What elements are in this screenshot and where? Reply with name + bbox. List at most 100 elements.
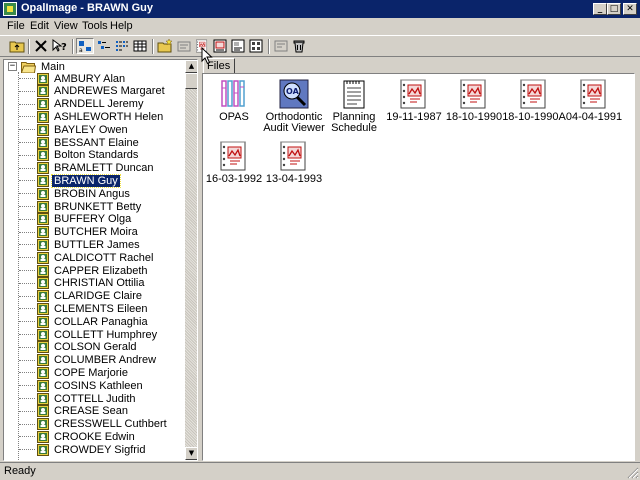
- file-item[interactable]: 19-11-1987: [382, 78, 446, 123]
- tree-item-patient[interactable]: CLARIDGE Claire: [37, 290, 144, 303]
- patient-record-icon: [37, 175, 49, 187]
- menu-tools[interactable]: Tools: [82, 20, 108, 32]
- close-button[interactable]: ✕: [623, 3, 637, 15]
- tree-connector: [19, 295, 35, 297]
- new-folder-button[interactable]: [156, 38, 174, 54]
- tree-item-patient[interactable]: BRAWN Guy: [37, 173, 121, 188]
- file-item[interactable]: 16-03-1992: [202, 140, 266, 185]
- tree-item-patient[interactable]: CREASE Sean: [37, 405, 130, 418]
- tree-connector: [19, 410, 35, 412]
- large-icons-view-button[interactable]: a: [76, 38, 94, 54]
- svg-text:OA: OA: [286, 87, 300, 96]
- tree-item-label: CROOKE Edwin: [54, 430, 135, 443]
- image-edit-button[interactable]: [211, 38, 229, 54]
- tree-item-patient[interactable]: COPE Marjorie: [37, 366, 130, 379]
- tree-connector: [19, 244, 35, 246]
- image-copy-button[interactable]: [229, 38, 247, 54]
- tree-item-patient[interactable]: ARNDELL Jeremy: [37, 98, 145, 111]
- file-item[interactable]: Planning Schedule: [322, 78, 386, 134]
- file-icon-box: [502, 78, 566, 110]
- tree-item-patient[interactable]: CALDICOTT Rachel: [37, 251, 155, 264]
- tree-item-label: COLLAR Panaghia: [54, 315, 148, 328]
- resize-grip-icon[interactable]: [627, 467, 639, 479]
- tree-item-patient[interactable]: Bolton Standards: [37, 149, 140, 162]
- tree-connector: [19, 218, 35, 220]
- tree-item-patient[interactable]: ASHLEWORTH Helen: [37, 110, 165, 123]
- tree-vertical-scrollbar[interactable]: ▲ ▼: [185, 60, 197, 460]
- menu-edit[interactable]: Edit: [30, 20, 49, 32]
- minimize-button[interactable]: _: [593, 3, 607, 15]
- patient-record-icon: [37, 188, 49, 200]
- file-label: 16-03-1992: [205, 173, 263, 185]
- tree-item-patient[interactable]: AMBURY Alan: [37, 72, 127, 85]
- small-icons-view-button[interactable]: [95, 38, 113, 54]
- file-item[interactable]: 18-10-1990: [442, 78, 506, 123]
- trash-can-icon: [293, 40, 305, 53]
- tree-connector: [19, 154, 35, 156]
- tree-item-patient[interactable]: COLLETT Humphrey: [37, 328, 159, 341]
- menu-view[interactable]: View: [54, 20, 78, 32]
- file-item[interactable]: 04-04-1991: [562, 78, 626, 123]
- tree-item-patient[interactable]: CAPPER Elizabeth: [37, 264, 150, 277]
- scroll-up-button[interactable]: ▲: [185, 60, 197, 73]
- tree-item-patient[interactable]: BRUNKETT Betty: [37, 200, 143, 213]
- file-item[interactable]: 13-04-1993: [262, 140, 326, 185]
- patient-record-icon: [37, 290, 49, 302]
- window-title: OpalImage - BRAWN Guy: [21, 2, 154, 14]
- tree-connector: [19, 270, 35, 271]
- menu-file[interactable]: File: [7, 20, 25, 32]
- tree-item-patient[interactable]: COTTELL Judith: [37, 392, 138, 405]
- tree-item-label: COLUMBER Andrew: [54, 354, 157, 367]
- scroll-thumb[interactable]: [185, 73, 197, 89]
- app-icon[interactable]: [3, 2, 17, 16]
- tree-connector: [19, 78, 35, 79]
- collapse-toggle[interactable]: −: [8, 62, 17, 71]
- patient-record-icon: [37, 393, 49, 405]
- delete-button[interactable]: [32, 38, 50, 54]
- tree-item-patient[interactable]: BUTCHER Moira: [37, 226, 140, 239]
- patient-tree[interactable]: − Main AMBURY Alan ANDREWES Margaret ARNDE…: [3, 59, 198, 461]
- patient-record-icon: [37, 239, 49, 251]
- svg-text:a: a: [79, 47, 83, 52]
- menu-help[interactable]: Help: [110, 20, 133, 32]
- tree-item-patient[interactable]: BESSANT Elaine: [37, 136, 141, 149]
- status-text: Ready: [4, 465, 36, 477]
- up-folder-button[interactable]: [8, 38, 26, 54]
- tree-item-patient[interactable]: CLEMENTS Eileen: [37, 302, 150, 315]
- maximize-button[interactable]: □: [607, 3, 621, 15]
- tree-item-patient[interactable]: CHRISTIAN Ottilia: [37, 277, 146, 290]
- tree-item-patient[interactable]: COSINS Kathleen: [37, 379, 145, 392]
- tree-item-patient[interactable]: CROOKE Edwin: [37, 430, 137, 443]
- details-view-button[interactable]: [131, 38, 149, 54]
- export-grey-icon: [274, 40, 288, 52]
- files-view: OPAS OA Orthodontic Audit Viewer Planning S…: [202, 73, 635, 461]
- tree-item-patient[interactable]: BROBIN Angus: [37, 187, 132, 200]
- tree-item-label: CRESSWELL Cuthbert: [54, 418, 167, 431]
- tree-connector: [19, 423, 35, 425]
- patient-record-icon: [37, 444, 49, 456]
- tree-item-patient[interactable]: CROWDEY Sigfrid: [37, 443, 147, 456]
- file-item[interactable]: OA Orthodontic Audit Viewer: [262, 78, 326, 134]
- image-grid-button[interactable]: [247, 38, 265, 54]
- file-item[interactable]: OPAS: [202, 78, 266, 123]
- tree-item-patient[interactable]: BUFFERY Olga: [37, 213, 133, 226]
- file-icon-box: [202, 140, 266, 172]
- tree-item-patient[interactable]: COLLAR Panaghia: [37, 315, 150, 328]
- export-button[interactable]: [272, 38, 290, 54]
- tree-item-patient[interactable]: COLUMBER Andrew: [37, 354, 158, 367]
- help-button[interactable]: ?: [51, 38, 69, 54]
- scroll-down-button[interactable]: ▼: [185, 447, 197, 460]
- tree-item-patient[interactable]: ANDREWES Margaret: [37, 85, 167, 98]
- tree-item-patient[interactable]: CRESSWELL Cuthbert: [37, 418, 169, 431]
- properties-button[interactable]: [175, 38, 193, 54]
- tree-item-patient[interactable]: BRAMLETT Duncan: [37, 162, 155, 175]
- tree-item-patient[interactable]: BUTTLER James: [37, 238, 142, 251]
- recycle-bin-button[interactable]: [290, 38, 308, 54]
- tree-connector: [19, 167, 35, 169]
- tree-item-label: BAYLEY Owen: [54, 123, 128, 136]
- file-item[interactable]: 18-10-1990A: [502, 78, 566, 123]
- tree-item-patient[interactable]: BAYLEY Owen: [37, 123, 130, 136]
- patient-record-icon: [37, 380, 49, 392]
- tree-item-patient[interactable]: COLSON Gerald: [37, 341, 139, 354]
- list-view-button[interactable]: [113, 38, 131, 54]
